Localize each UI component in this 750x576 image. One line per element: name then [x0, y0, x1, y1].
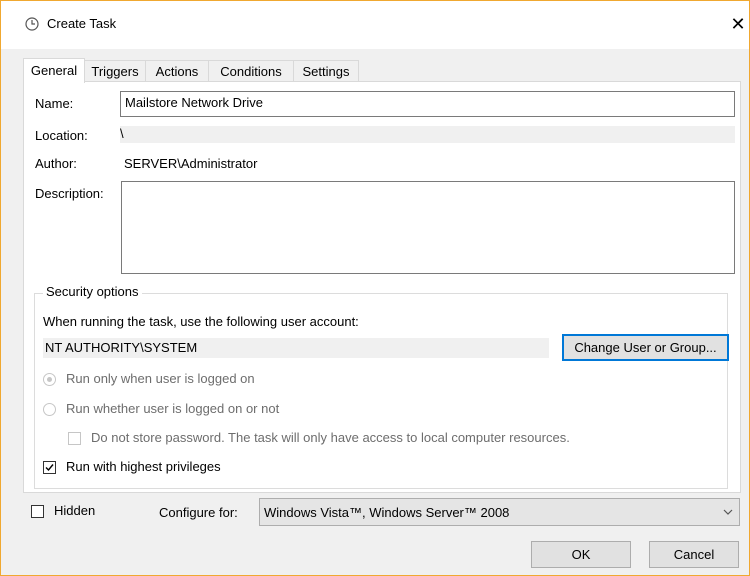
hidden-checkbox[interactable]	[31, 505, 44, 518]
description-field[interactable]	[121, 181, 735, 274]
author-value: SERVER\Administrator	[124, 156, 258, 171]
general-panel: Name: Mailstore Network Drive Location: …	[23, 81, 741, 493]
highest-privileges-checkbox[interactable]	[43, 461, 56, 474]
location-field: \	[120, 126, 735, 143]
location-label: Location:	[35, 128, 88, 143]
window-title: Create Task	[47, 16, 117, 31]
description-label: Description:	[35, 186, 104, 201]
author-label: Author:	[35, 156, 77, 171]
chevron-down-icon	[723, 509, 733, 515]
change-user-button[interactable]: Change User or Group...	[562, 334, 729, 361]
cancel-button[interactable]: Cancel	[649, 541, 739, 568]
ok-button[interactable]: OK	[531, 541, 631, 568]
run-account-instruction: When running the task, use the following…	[43, 314, 359, 329]
tab-general[interactable]: General	[23, 58, 85, 83]
title-bar: Create Task ✕	[1, 1, 749, 49]
name-field[interactable]: Mailstore Network Drive	[120, 91, 735, 117]
name-label: Name:	[35, 96, 74, 111]
run-logged-on-radio[interactable]	[43, 373, 56, 386]
configure-for-label: Configure for:	[159, 505, 238, 520]
run-whether-radio[interactable]	[43, 403, 56, 416]
hidden-label: Hidden	[54, 503, 96, 518]
close-button[interactable]: ✕	[727, 11, 749, 37]
security-options-group: Security options When running the task, …	[34, 284, 729, 489]
tab-conditions[interactable]: Conditions	[208, 60, 294, 82]
tab-triggers[interactable]: Triggers	[84, 60, 146, 82]
configure-for-select[interactable]: Windows Vista™, Windows Server™ 2008	[259, 498, 740, 526]
radio-selected-dot	[47, 377, 52, 382]
tab-actions[interactable]: Actions	[145, 60, 209, 82]
user-account-field: NT AUTHORITY\SYSTEM	[43, 338, 549, 358]
no-store-password-checkbox[interactable]	[68, 432, 81, 445]
no-store-password-label: Do not store password. The task will onl…	[91, 430, 570, 445]
highest-privileges-label: Run with highest privileges	[66, 459, 221, 474]
tab-settings[interactable]: Settings	[293, 60, 359, 82]
location-value: \	[120, 126, 124, 141]
close-icon: ✕	[730, 14, 746, 34]
user-account-value: NT AUTHORITY\SYSTEM	[45, 340, 198, 355]
configure-for-value: Windows Vista™, Windows Server™ 2008	[264, 505, 510, 520]
run-whether-label: Run whether user is logged on or not	[66, 401, 280, 416]
create-task-window: Create Task ✕ General Triggers Actions C…	[0, 0, 750, 576]
name-value: Mailstore Network Drive	[125, 95, 263, 110]
clock-icon	[25, 17, 39, 31]
run-logged-on-label: Run only when user is logged on	[66, 371, 255, 386]
checkmark-icon	[45, 464, 54, 472]
security-options-legend: Security options	[43, 284, 142, 299]
